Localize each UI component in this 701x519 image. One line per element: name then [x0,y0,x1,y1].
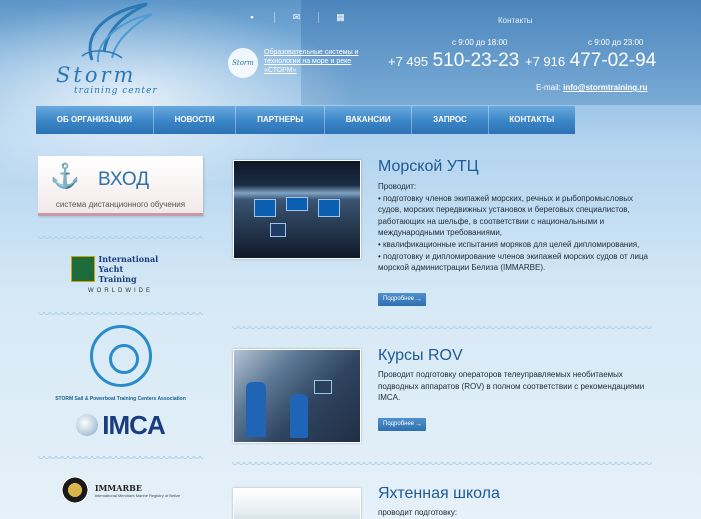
divider [232,462,652,468]
home-icon[interactable]: ▪ [230,12,274,23]
partner-immarbe-logo[interactable]: IMMARBE International Merchant Marine Re… [38,472,203,508]
phone2: +7 916 477-02-94 [525,50,656,72]
distance-learning-login-button[interactable]: ⚓ ВХОД система дистанционного обучения [38,156,203,216]
article-1-text: Проводит: • подготовку членов экипажей м… [378,182,648,273]
monitor-icon [270,223,286,237]
nav-news[interactable]: НОВОСТИ [154,106,237,134]
phone1-code: +7 495 [388,54,429,69]
login-subtitle: система дистанционного обучения [55,200,186,209]
main-nav: ОБ ОРГАНИЗАЦИИ НОВОСТИ ПАРТНЕРЫ ВАКАНСИИ… [36,106,575,134]
monitor-icon [286,197,308,211]
nav-partners[interactable]: ПАРТНЕРЫ [236,106,325,134]
nav-contacts[interactable]: КОНТАКТЫ [489,106,575,134]
arrow-right-icon: → [415,421,422,428]
article-2-text: Проводит подготовку операторов телеуправ… [378,370,645,403]
mini-logo: Storm [228,48,258,78]
divider [38,312,203,318]
email: E-mail: info@stormtraining.ru [536,83,647,92]
sitemap-icon[interactable]: ▦ [318,12,362,23]
article-3-title[interactable]: Яхтенная школа [378,485,500,503]
person-figure-icon [246,382,266,437]
divider [232,326,652,332]
anchor-icon: ⚓ [50,163,80,190]
header: Storm training center ▪ ✉ ▦ Контакты Sto… [0,0,701,180]
person-figure-icon [290,394,308,438]
arrow-right-icon: → [415,296,422,303]
article-3-text: проводит подготовку: [378,508,458,517]
nav-vacancies[interactable]: ВАКАНСИИ [325,106,413,134]
phone2-number: 477-02-94 [569,50,657,71]
immarbe-seal-icon [60,476,89,504]
partner-storm-association-logo[interactable] [38,325,203,391]
article-3-image[interactable] [233,488,361,519]
globe-icon [76,414,99,436]
phone2-code: +7 916 [525,54,566,69]
association-ring-icon [89,325,152,387]
divider [38,236,203,242]
article-1-title[interactable]: Морской УТЦ [378,158,479,176]
immarbe-text: IMMARBE International Merchant Marine Re… [94,482,181,498]
logo-wordmark[interactable]: Storm [56,63,136,87]
partner-iyt-logo[interactable]: International Yacht Training WORLDWIDE [38,252,203,298]
article-2-title[interactable]: Курсы ROV [378,347,463,365]
article-1-image[interactable] [233,160,361,259]
monitor-icon [314,380,332,394]
email-label: E-mail: [536,83,561,92]
mail-icon[interactable]: ✉ [274,12,318,23]
phone1: +7 495 510-23-23 [388,50,519,72]
tagline-link[interactable]: Образовательные системы и технологии на … [264,48,374,75]
monitor-icon [254,199,276,217]
nav-request[interactable]: ЗАПРОС [412,106,489,134]
imca-name: IMCA [102,409,165,440]
login-title: ВХОД [98,169,150,190]
top-icons: ▪ ✉ ▦ [230,12,362,23]
article-1-more-button[interactable]: Подробнее → [378,293,426,306]
article-2-more-button[interactable]: Подробнее → [378,418,426,431]
divider [38,456,203,462]
contacts-link[interactable]: Контакты [498,16,533,25]
monitor-icon [318,199,340,217]
iyt-flag-icon [70,256,95,282]
iyt-name: International Yacht Training [98,254,159,284]
phone1-hours: с 9:00 до 18:00 [452,38,508,47]
iyt-worldwide: WORLDWIDE [88,288,153,294]
logo-subtitle: training center [74,86,158,96]
article-2-image[interactable] [233,349,361,443]
phone2-hours: с 9:00 до 23:00 [588,38,644,47]
email-link[interactable]: info@stormtraining.ru [563,83,647,92]
partner-imca-logo[interactable]: IMCA [38,407,203,443]
nav-about[interactable]: ОБ ОРГАНИЗАЦИИ [36,106,154,134]
phone1-number: 510-23-23 [432,50,520,71]
